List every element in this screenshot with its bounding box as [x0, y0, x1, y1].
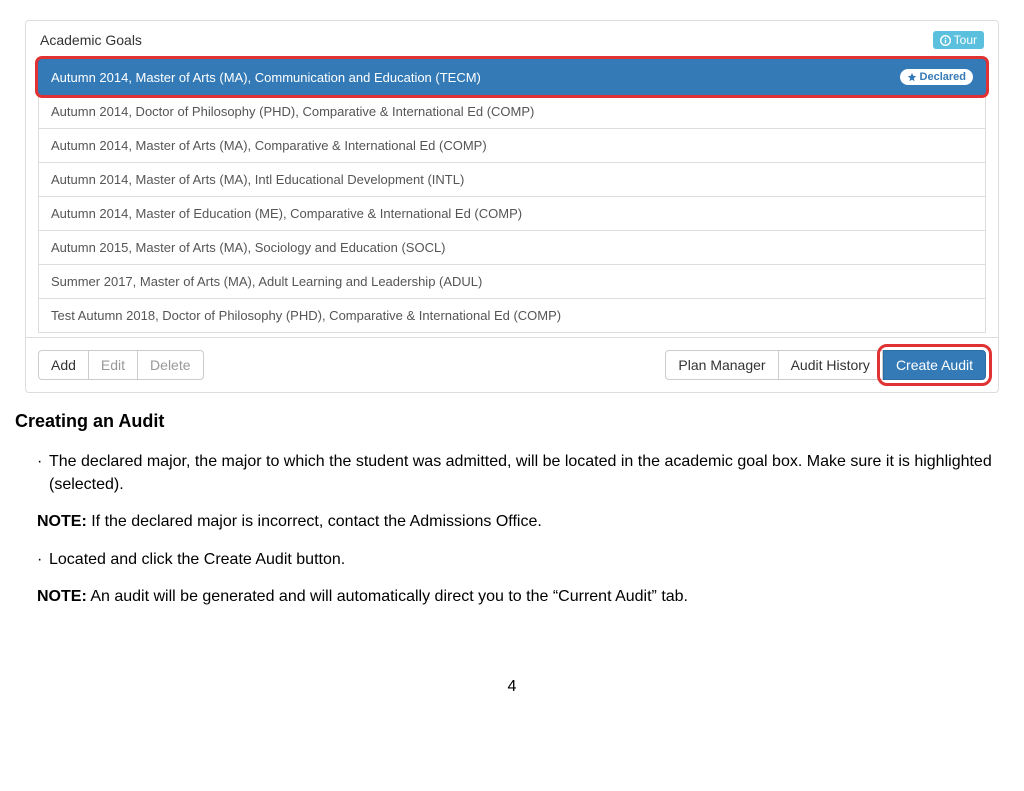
- audit-history-button[interactable]: Audit History: [778, 350, 883, 380]
- goal-row[interactable]: Test Autumn 2018, Doctor of Philosophy (…: [38, 299, 986, 333]
- bullet-text-1: The declared major, the major to which t…: [49, 450, 1009, 496]
- panel-footer: Add Edit Delete Plan Manager Audit Histo…: [26, 337, 998, 392]
- panel-title: Academic Goals: [40, 32, 142, 48]
- bullet-dot: ·: [37, 548, 41, 571]
- note-line-2: NOTE: An audit will be generated and wil…: [37, 585, 1009, 608]
- panel-header: Academic Goals Tour: [26, 21, 998, 59]
- create-audit-highlight: Create Audit: [883, 350, 986, 380]
- goal-row[interactable]: Autumn 2014, Master of Education (ME), C…: [38, 197, 986, 231]
- note-text-2: An audit will be generated and will auto…: [87, 588, 688, 605]
- goal-label: Summer 2017, Master of Arts (MA), Adult …: [51, 274, 482, 289]
- goal-label: Autumn 2014, Master of Arts (MA), Commun…: [51, 70, 481, 85]
- doc-heading: Creating an Audit: [15, 411, 1009, 432]
- declared-label: Declared: [920, 71, 966, 83]
- delete-button[interactable]: Delete: [137, 350, 203, 380]
- doc-body: · The declared major, the major to which…: [15, 450, 1009, 608]
- goal-label: Autumn 2014, Master of Arts (MA), Compar…: [51, 138, 487, 153]
- bullet-dot: ·: [37, 450, 41, 496]
- add-button[interactable]: Add: [38, 350, 89, 380]
- note-text-1: If the declared major is incorrect, cont…: [87, 513, 542, 530]
- goal-row[interactable]: Autumn 2015, Master of Arts (MA), Sociol…: [38, 231, 986, 265]
- left-button-group: Add Edit Delete: [38, 350, 204, 380]
- tour-label: Tour: [954, 33, 977, 47]
- goal-label: Autumn 2014, Master of Arts (MA), Intl E…: [51, 172, 464, 187]
- academic-goals-panel: Academic Goals Tour Autumn 2014, Master …: [25, 20, 999, 393]
- page-number: 4: [15, 678, 1009, 696]
- goal-row[interactable]: Autumn 2014, Master of Arts (MA), Intl E…: [38, 163, 986, 197]
- goal-row[interactable]: Autumn 2014, Master of Arts (MA), Compar…: [38, 129, 986, 163]
- plan-manager-button[interactable]: Plan Manager: [665, 350, 778, 380]
- note-label-2: NOTE:: [37, 588, 87, 605]
- declared-badge: Declared: [900, 69, 973, 85]
- goal-row[interactable]: Autumn 2014, Master of Arts (MA), Commun…: [38, 59, 986, 95]
- goal-row[interactable]: Summer 2017, Master of Arts (MA), Adult …: [38, 265, 986, 299]
- bullet-item-1: · The declared major, the major to which…: [37, 450, 1009, 496]
- bullet-item-2: · Located and click the Create Audit but…: [37, 548, 1009, 571]
- goal-row[interactable]: Autumn 2014, Doctor of Philosophy (PHD),…: [38, 95, 986, 129]
- info-icon: [940, 35, 951, 46]
- create-audit-button[interactable]: Create Audit: [883, 350, 986, 380]
- goal-label: Test Autumn 2018, Doctor of Philosophy (…: [51, 308, 561, 323]
- goal-label: Autumn 2015, Master of Arts (MA), Sociol…: [51, 240, 446, 255]
- right-button-group: Plan Manager Audit History Create Audit: [665, 350, 986, 380]
- goal-list: Autumn 2014, Master of Arts (MA), Commun…: [26, 59, 998, 337]
- note-line-1: NOTE: If the declared major is incorrect…: [37, 510, 1009, 533]
- star-icon: [907, 72, 917, 82]
- tour-button[interactable]: Tour: [933, 31, 984, 49]
- goal-label: Autumn 2014, Master of Education (ME), C…: [51, 206, 522, 221]
- goal-label: Autumn 2014, Doctor of Philosophy (PHD),…: [51, 104, 534, 119]
- note-label-1: NOTE:: [37, 513, 87, 530]
- bullet-text-2: Located and click the Create Audit butto…: [49, 548, 345, 571]
- edit-button[interactable]: Edit: [88, 350, 138, 380]
